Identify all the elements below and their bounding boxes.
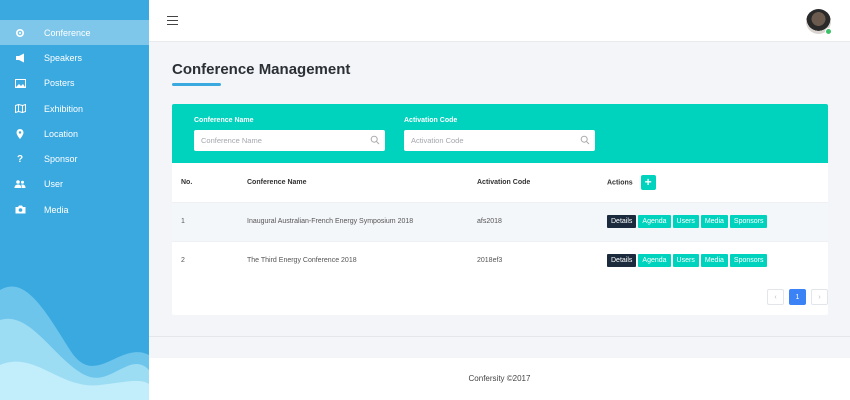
col-header-no: No.	[181, 178, 193, 186]
cell-code: 2018ef3	[468, 240, 598, 280]
sidebar-item-label: Exhibition	[44, 103, 84, 114]
gear-icon	[14, 27, 26, 39]
details-button[interactable]: Details	[607, 254, 637, 268]
camera-icon	[14, 204, 26, 216]
conference-name-field[interactable]	[194, 130, 385, 151]
sidebar-item-label: Speakers	[44, 52, 83, 63]
sidebar-item-label: Conference	[44, 27, 91, 38]
cell-name: The Third Energy Conference 2018	[238, 240, 468, 280]
add-conference-button[interactable]: +	[640, 174, 656, 190]
footer: Confersity ©2017	[149, 358, 850, 400]
conference-name-label: Conference Name	[194, 117, 254, 124]
sidebar-item-speakers[interactable]: Speakers	[0, 45, 149, 70]
users-button[interactable]: Users	[672, 254, 699, 268]
image-icon	[14, 77, 26, 89]
sidebar-item-user[interactable]: User	[0, 172, 149, 197]
agenda-button[interactable]: Agenda	[638, 254, 671, 268]
actions-header-label: Actions	[607, 179, 633, 187]
sidebar-wave-decoration	[0, 286, 149, 400]
sidebar-item-conference[interactable]: Conference	[0, 20, 149, 46]
table-header-row: No. Conference Name Activation Code Acti…	[172, 163, 828, 202]
cell-name: Inaugural Australian-French Energy Sympo…	[238, 201, 468, 241]
cell-actions: Details Agenda Users Media Sponsors	[598, 240, 828, 280]
next-page-button[interactable]: ›	[811, 289, 828, 305]
sidebar-item-label: User	[44, 179, 64, 190]
table-row: 2 The Third Energy Conference 2018 2018e…	[172, 240, 828, 280]
cell-no: 1	[172, 201, 238, 241]
users-icon	[14, 178, 26, 190]
pagination: ‹ 1 ›	[767, 289, 828, 305]
megaphone-icon	[14, 52, 26, 64]
sponsors-button[interactable]: Sponsors	[729, 254, 768, 268]
page-1-button[interactable]: 1	[789, 289, 806, 305]
table-row: 1 Inaugural Australian-French Energy Sym…	[172, 201, 828, 241]
sidebar-item-label: Media	[44, 204, 69, 215]
location-pin-icon	[14, 128, 26, 140]
conference-table: No. Conference Name Activation Code Acti…	[172, 163, 828, 280]
filter-panel: Conference Name Activation Code	[172, 104, 828, 163]
sidebar-item-posters[interactable]: Posters	[0, 71, 149, 96]
sidebar-item-exhibition[interactable]: Exhibition	[0, 96, 149, 121]
search-icon[interactable]	[370, 135, 380, 145]
cell-actions: Details Agenda Users Media Sponsors	[598, 201, 828, 241]
sidebar-item-sponsor[interactable]: ? Sponsor	[0, 146, 149, 171]
sidebar-nav: Conference Speakers Posters Exhibition L…	[0, 0, 149, 222]
conference-card: Conference Name Activation Code No. Conf…	[172, 104, 828, 315]
col-header-actions: Actions +	[598, 163, 828, 202]
cell-no: 2	[172, 240, 238, 280]
title-underline	[172, 83, 221, 86]
search-icon[interactable]	[580, 135, 590, 145]
media-button[interactable]: Media	[700, 215, 728, 228]
map-icon	[14, 103, 26, 115]
media-button[interactable]: Media	[700, 254, 728, 268]
sidebar-item-media[interactable]: Media	[0, 197, 149, 222]
top-bar	[149, 0, 850, 42]
cell-code: afs2018	[468, 201, 598, 241]
users-button[interactable]: Users	[672, 215, 699, 228]
prev-page-button[interactable]: ‹	[767, 289, 784, 305]
sidebar-item-label: Posters	[44, 78, 75, 89]
page-title: Conference Management	[172, 61, 351, 78]
online-status-dot	[825, 28, 832, 35]
activation-code-input[interactable]	[411, 136, 571, 145]
sidebar: Conference Speakers Posters Exhibition L…	[0, 0, 149, 400]
sidebar-item-label: Sponsor	[44, 154, 78, 165]
details-button[interactable]: Details	[607, 215, 637, 228]
activation-code-field[interactable]	[404, 130, 595, 151]
question-icon: ?	[16, 153, 24, 165]
footer-divider	[149, 336, 850, 358]
col-header-code: Activation Code	[477, 178, 531, 186]
menu-icon[interactable]	[167, 16, 178, 25]
col-header-name: Conference Name	[247, 178, 307, 186]
sidebar-item-label: Location	[44, 128, 79, 139]
agenda-button[interactable]: Agenda	[638, 215, 671, 228]
activation-code-label: Activation Code	[404, 117, 458, 124]
avatar[interactable]	[806, 9, 832, 35]
sidebar-item-location[interactable]: Location	[0, 121, 149, 146]
sponsors-button[interactable]: Sponsors	[729, 215, 768, 228]
conference-name-input[interactable]	[201, 136, 361, 145]
